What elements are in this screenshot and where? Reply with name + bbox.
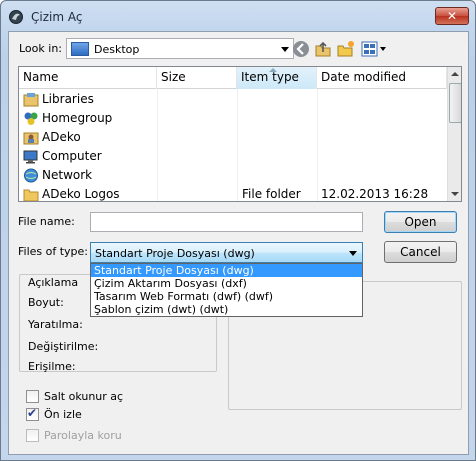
computer-icon (23, 150, 38, 164)
file-type: File folder (242, 187, 301, 201)
scroll-up-icon[interactable] (451, 72, 459, 76)
chevron-down-icon (281, 47, 289, 52)
up-folder-icon[interactable] (314, 40, 332, 58)
scroll-down-icon[interactable] (451, 192, 459, 196)
read-only-label: Salt okunur aç (44, 390, 124, 403)
list-item[interactable]: Libraries (19, 90, 447, 109)
look-in-value: Desktop (94, 43, 140, 56)
list-item[interactable]: Network (19, 166, 447, 185)
file-name: Libraries (42, 92, 94, 106)
file-name-label: File name: (18, 215, 75, 228)
column-header-item-type-label: Item type (241, 70, 299, 84)
column-header-item-type[interactable]: Item type (237, 67, 317, 89)
network-icon (24, 168, 38, 183)
back-icon[interactable] (292, 40, 310, 58)
file-name: Homegroup (42, 111, 113, 125)
created-label: Yaratılma: (28, 318, 83, 331)
homegroup-icon (24, 112, 38, 125)
list-item[interactable]: Computer (19, 147, 447, 166)
scrollbar-thumb[interactable] (449, 83, 461, 123)
folder-icon (23, 189, 39, 201)
open-drawing-dialog: Çizim Aç ✕ Look in: Desktop Name Size It… (0, 0, 476, 461)
checkmark-icon: ✔ (27, 406, 38, 420)
list-item[interactable]: ADeko (19, 128, 447, 147)
window-title: Çizim Aç (31, 10, 83, 24)
close-button[interactable]: ✕ (435, 7, 469, 25)
description-label: Açıklama (26, 276, 81, 289)
file-name-input[interactable] (90, 212, 363, 232)
file-type-option[interactable]: Çizim Aktarım Dosyası (dxf) (91, 277, 362, 290)
file-name: Computer (42, 149, 102, 163)
open-button[interactable]: Open (384, 211, 457, 233)
column-header-date-modified[interactable]: Date modified (317, 67, 447, 89)
title-bar[interactable]: Çizim Aç ✕ (1, 1, 475, 31)
files-of-type-value: Standart Proje Dosyası (dwg) (95, 247, 255, 260)
file-name: ADeko Logos (42, 187, 120, 201)
libraries-icon (23, 93, 39, 107)
accessed-label: Erişilme: (28, 360, 76, 373)
close-icon: ✕ (446, 9, 458, 23)
file-type-option[interactable]: Standart Proje Dosyası (dwg) (91, 264, 362, 277)
password-label: Parolayla koru (44, 429, 122, 442)
look-in-label: Look in: (19, 42, 62, 55)
view-menu-icon[interactable] (361, 40, 387, 58)
user-folder-icon (23, 132, 39, 145)
file-type-option[interactable]: Tasarım Web Formatı (dwf) (dwf) (91, 290, 362, 303)
file-list-header: Name Size Item type Date modified (19, 67, 447, 89)
dialog-body: Look in: Desktop Name Size Item type Dat… (8, 31, 469, 455)
files-of-type-dropdown[interactable]: Standart Proje Dosyası (dwg) (90, 242, 363, 263)
column-header-size[interactable]: Size (157, 67, 237, 89)
app-icon (9, 10, 23, 24)
size-label: Boyut: (28, 296, 64, 309)
password-checkbox (26, 429, 39, 442)
file-type-options-list: Standart Proje Dosyası (dwg) Çizim Aktar… (90, 263, 363, 317)
preview-checkbox[interactable]: ✔ (26, 406, 39, 421)
cancel-button[interactable]: Cancel (384, 241, 457, 263)
modified-label: Değiştirilme: (28, 340, 99, 353)
file-name: ADeko (42, 130, 81, 144)
file-date: 12.02.2013 16:28 (321, 187, 429, 201)
preview-label: Ön izle (44, 408, 82, 421)
read-only-checkbox[interactable] (26, 390, 39, 403)
new-folder-icon[interactable] (337, 40, 355, 58)
desktop-icon (71, 42, 89, 56)
chevron-down-icon (349, 251, 357, 256)
file-list[interactable]: Name Size Item type Date modified Librar… (18, 66, 462, 202)
column-header-name[interactable]: Name (19, 67, 157, 89)
list-item[interactable]: Homegroup (19, 109, 447, 128)
look-in-dropdown[interactable]: Desktop (66, 38, 294, 59)
vertical-scrollbar[interactable] (447, 67, 461, 201)
file-type-option[interactable]: Şablon çizim (dwt) (dwt) (91, 303, 362, 316)
sort-ascending-icon (269, 68, 277, 72)
files-of-type-label: Files of type: (18, 245, 89, 258)
list-item[interactable]: ADeko Logos File folder 12.02.2013 16:28 (19, 185, 447, 201)
file-name: Network (42, 168, 93, 182)
